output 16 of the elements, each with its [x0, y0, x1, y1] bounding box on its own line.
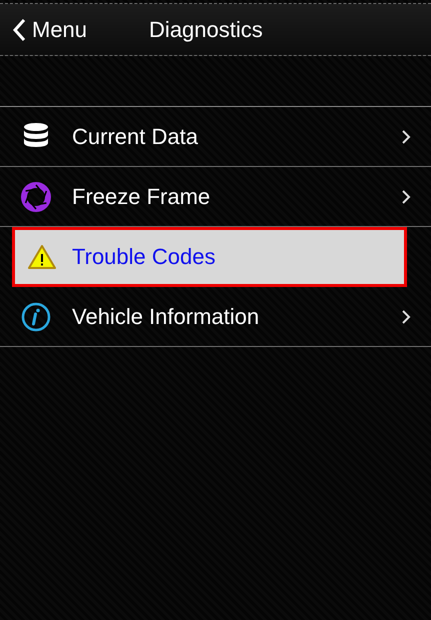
chevron-icon [401, 128, 411, 144]
warning-icon [27, 244, 57, 270]
back-chevron-icon [12, 18, 26, 42]
menu-item-label: Current Data [72, 124, 199, 150]
aperture-icon [21, 182, 51, 212]
back-button[interactable]: Menu [12, 16, 88, 42]
menu-item[interactable]: Vehicle Information [0, 287, 431, 347]
chevron-icon [401, 308, 411, 324]
info-icon [21, 302, 51, 332]
chevron-icon [401, 188, 411, 204]
menu-item[interactable]: Current Data [0, 107, 431, 167]
menu-item[interactable]: Trouble Codes [12, 227, 407, 287]
menu-item-label: Trouble Codes [72, 244, 216, 270]
menu-item-label: Vehicle Information [72, 304, 260, 330]
screen-title: Diagnostics [149, 16, 263, 42]
menu-item-label: Freeze Frame [72, 184, 212, 210]
